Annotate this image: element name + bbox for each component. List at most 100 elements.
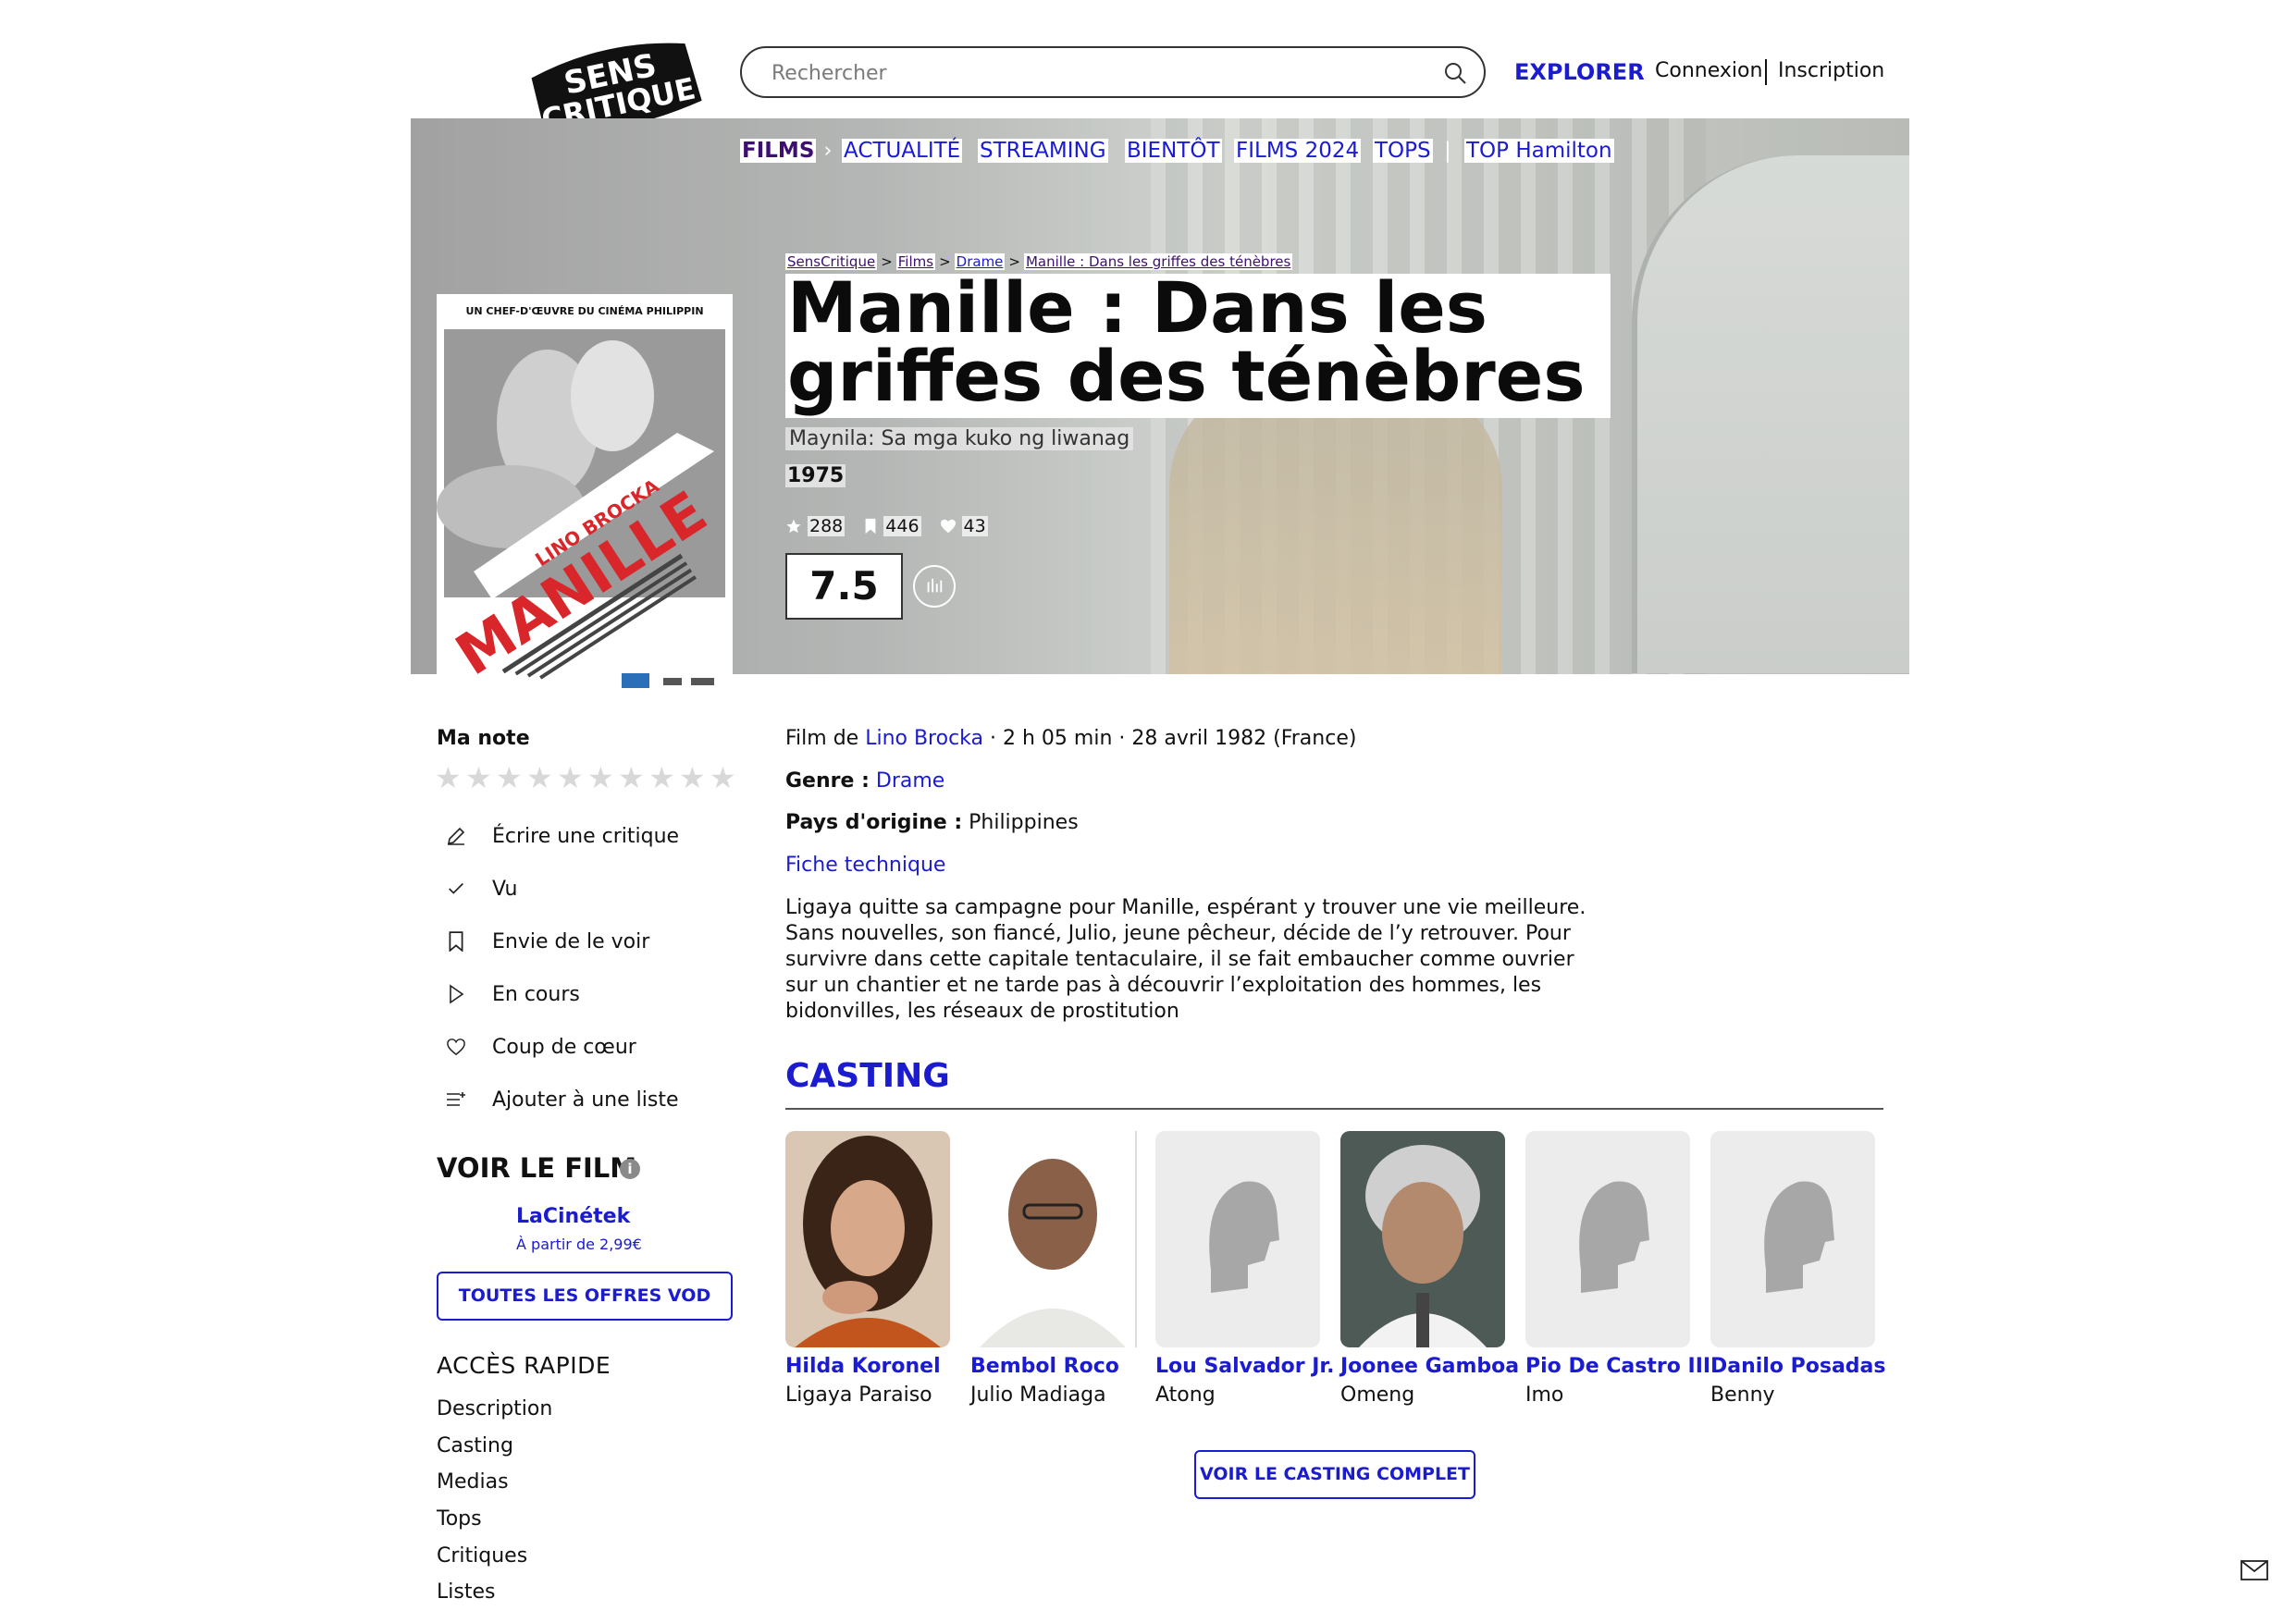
actor-name[interactable]: Danilo Posadas — [1710, 1355, 1886, 1378]
actor-name[interactable]: Lou Salvador Jr. — [1155, 1355, 1335, 1378]
nav-films[interactable]: FILMS › — [740, 139, 833, 163]
nav-tops-label[interactable]: TOPS — [1373, 139, 1433, 163]
actor-photo[interactable] — [1155, 1131, 1320, 1347]
signup-link[interactable]: Inscription — [1778, 59, 1884, 82]
actor-photo[interactable] — [1525, 1131, 1690, 1347]
list-add-icon — [447, 1092, 465, 1106]
nav-top-hamilton[interactable]: TOP Hamilton — [1464, 139, 1614, 163]
nav-divider: | — [1444, 139, 1451, 163]
rating-stats-button[interactable] — [913, 565, 956, 608]
actor-name[interactable]: Joonee Gamboa — [1340, 1355, 1519, 1378]
bookmark-icon — [449, 931, 463, 952]
nav-chevron-icon: › — [823, 139, 833, 163]
director-link[interactable]: Lino Brocka — [865, 727, 983, 750]
nav-streaming-label[interactable]: STREAMING — [978, 139, 1108, 163]
bar-chart-icon — [927, 578, 943, 593]
want-to-see-button[interactable]: Envie de le voir — [442, 928, 649, 955]
synopsis: Ligaya quitte sa campagne pour Manille, … — [785, 896, 1586, 1023]
nav-films-2024[interactable]: FILMS 2024 — [1234, 139, 1362, 163]
star-icon[interactable]: ★ — [496, 760, 524, 795]
nav-bientot-label[interactable]: BIENTÔT — [1125, 139, 1222, 163]
actress-photo — [785, 1131, 950, 1347]
in-progress-button[interactable]: En cours — [442, 980, 580, 1008]
write-review-button[interactable]: Écrire une critique — [442, 822, 679, 850]
quick-link-description[interactable]: Description — [437, 1397, 552, 1420]
quick-link-listes[interactable]: Listes — [437, 1580, 495, 1604]
check-icon — [449, 882, 463, 894]
favorites-stat: 43 — [940, 516, 988, 536]
nav-films-2024-label[interactable]: FILMS 2024 — [1234, 139, 1362, 163]
nav-actualite-label[interactable]: ACTUALITÉ — [842, 139, 963, 163]
wishlist-stat: 446 — [863, 516, 921, 536]
info-icon[interactable]: i — [620, 1159, 640, 1179]
original-title: Maynila: Sa mga kuko ng liwanag — [785, 427, 1134, 450]
nav-top-hamilton-label[interactable]: TOP Hamilton — [1464, 139, 1614, 163]
actor-photo-image — [970, 1131, 1135, 1347]
nav-bientot[interactable]: BIENTÔT — [1125, 139, 1222, 163]
actor-role: Imo — [1525, 1383, 1564, 1407]
nav-tops[interactable]: TOPS — [1373, 139, 1433, 163]
technical-sheet-link[interactable]: Fiche technique — [785, 854, 945, 877]
actor-role: Ligaya Paraiso — [785, 1383, 932, 1407]
ratings-stat: 288 — [785, 516, 846, 536]
country-label: Pays d'origine : — [785, 811, 963, 834]
placeholder-silhouette-icon — [1710, 1131, 1875, 1347]
actor-photo[interactable] — [785, 1131, 950, 1347]
mail-icon[interactable] — [2240, 1559, 2268, 1581]
search-bar[interactable] — [740, 46, 1486, 98]
star-icon[interactable]: ★ — [526, 760, 554, 795]
actor-photo[interactable] — [970, 1131, 1137, 1347]
actor-role: Julio Madiaga — [970, 1383, 1106, 1407]
search-input[interactable] — [770, 55, 1421, 91]
cast-card[interactable]: Hilda Koronel Ligaya Paraiso — [785, 1131, 950, 1407]
nav-actualite[interactable]: ACTUALITÉ — [842, 139, 963, 163]
provider-price: À partir de 2,99€ — [516, 1236, 642, 1253]
star-icon[interactable]: ★ — [465, 760, 493, 795]
login-link[interactable]: Connexion — [1655, 59, 1762, 82]
star-icon[interactable]: ★ — [435, 760, 463, 795]
cast-card[interactable]: Pio De Castro III Imo — [1525, 1131, 1710, 1407]
page-title: Manille : Dans les griffes des ténèbres — [785, 273, 1611, 418]
actor-photo[interactable] — [1710, 1131, 1875, 1347]
actor-name[interactable]: Hilda Koronel — [785, 1355, 950, 1378]
add-to-list-button[interactable]: Ajouter à une liste — [442, 1086, 679, 1113]
play-icon — [450, 984, 464, 1004]
quick-link-medias[interactable]: Medias — [437, 1470, 509, 1494]
provider-name[interactable]: LaCinétek — [516, 1205, 630, 1228]
actor-name[interactable]: Pio De Castro III — [1525, 1355, 1710, 1378]
star-icon[interactable]: ★ — [710, 760, 737, 795]
poster-tagline: UN CHEF-D'ŒUVRE DU CINÉMA PHILIPPIN — [465, 305, 703, 317]
actor-photo[interactable] — [1340, 1131, 1505, 1347]
star-icon[interactable]: ★ — [557, 760, 585, 795]
my-rating-stars[interactable]: ★ ★ ★ ★ ★ ★ ★ ★ ★ ★ — [435, 760, 737, 795]
action-label: Vu — [492, 877, 518, 901]
star-icon[interactable]: ★ — [618, 760, 646, 795]
cast-card[interactable]: Joonee Gamboa Omeng — [1340, 1131, 1519, 1407]
quick-link-critiques[interactable]: Critiques — [437, 1544, 527, 1568]
action-label: Coup de cœur — [492, 1035, 636, 1059]
cast-card[interactable]: Danilo Posadas Benny — [1710, 1131, 1886, 1407]
genre-line: Genre : Drame — [785, 769, 944, 793]
casting-divider — [785, 1108, 1883, 1110]
bookmark-icon — [865, 518, 876, 535]
cast-card[interactable]: Bembol Roco Julio Madiaga — [970, 1131, 1137, 1407]
star-icon — [786, 519, 801, 534]
full-cast-button[interactable]: VOIR LE CASTING COMPLET — [1194, 1450, 1475, 1499]
star-icon[interactable]: ★ — [587, 760, 615, 795]
explorer-link[interactable]: EXPLORER — [1514, 59, 1645, 85]
nav-films-label[interactable]: FILMS — [740, 139, 817, 163]
search-icon[interactable] — [1443, 61, 1467, 85]
movie-poster[interactable]: UN CHEF-D'ŒUVRE DU CINÉMA PHILIPPIN MANI… — [437, 294, 733, 701]
star-icon[interactable]: ★ — [679, 760, 707, 795]
cast-card[interactable]: Lou Salvador Jr. Atong — [1155, 1131, 1335, 1407]
star-icon[interactable]: ★ — [648, 760, 676, 795]
all-vod-offers-button[interactable]: TOUTES LES OFFRES VOD — [437, 1272, 733, 1321]
quick-link-casting[interactable]: Casting — [437, 1434, 513, 1457]
favorite-button[interactable]: Coup de cœur — [442, 1033, 636, 1061]
actor-name[interactable]: Bembol Roco — [970, 1355, 1135, 1378]
genre-link[interactable]: Drame — [876, 769, 944, 793]
average-rating: 7.5 — [785, 553, 903, 620]
nav-streaming[interactable]: STREAMING — [978, 139, 1108, 163]
quick-link-tops[interactable]: Tops — [437, 1507, 482, 1531]
seen-button[interactable]: Vu — [442, 875, 518, 903]
